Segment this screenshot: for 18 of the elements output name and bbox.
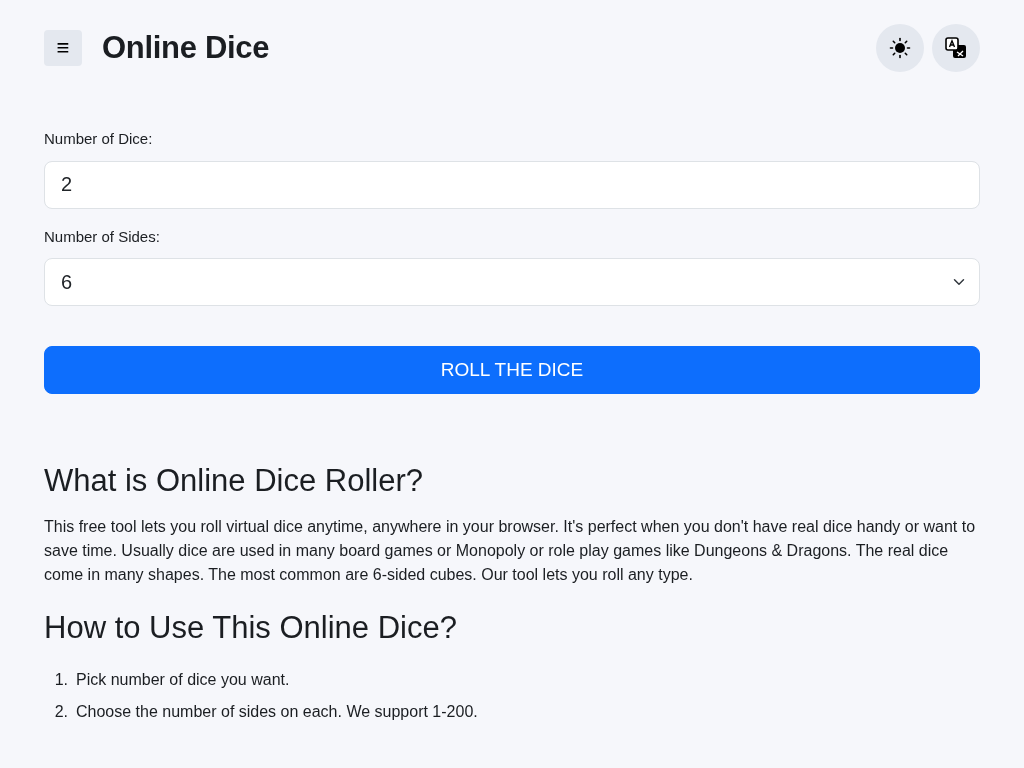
translate-icon: [945, 37, 967, 59]
step-number: 1.: [53, 670, 68, 691]
dice-count-field[interactable]: 2: [44, 160, 980, 209]
roll-button[interactable]: ROLL THE DICE: [44, 346, 980, 394]
menu-button[interactable]: ≡: [44, 30, 82, 66]
field-label: Number of Dice:: [44, 129, 154, 149]
sun-icon: [889, 37, 911, 59]
theme-button[interactable]: [876, 24, 924, 72]
sides-select[interactable]: 6: [44, 258, 980, 306]
field-label: Number of Sides:: [44, 226, 161, 247]
section-heading: How to Use This Online Dice?: [44, 609, 458, 647]
step-number: 2.: [53, 702, 68, 723]
site-title: Online Dice: [102, 29, 270, 67]
step-text: Pick number of dice you want.: [76, 670, 290, 691]
language-button[interactable]: [932, 24, 980, 72]
step-text: Choose the number of sides on each. We support 1-200.: [76, 702, 478, 723]
section-heading: What is Online Dice Roller?: [44, 462, 425, 500]
paragraph: This free tool lets you roll virtual dice anytime, anywhere in your browser. It's perfect when you don't have real dice handy or want to save time. Usually dice are used in many board games or Monopoly or role play games like Dungeons & Dragons. The real dice come in many shapes. The most common are 6-sided cubes. Our tool lets you roll any type.: [44, 517, 977, 586]
